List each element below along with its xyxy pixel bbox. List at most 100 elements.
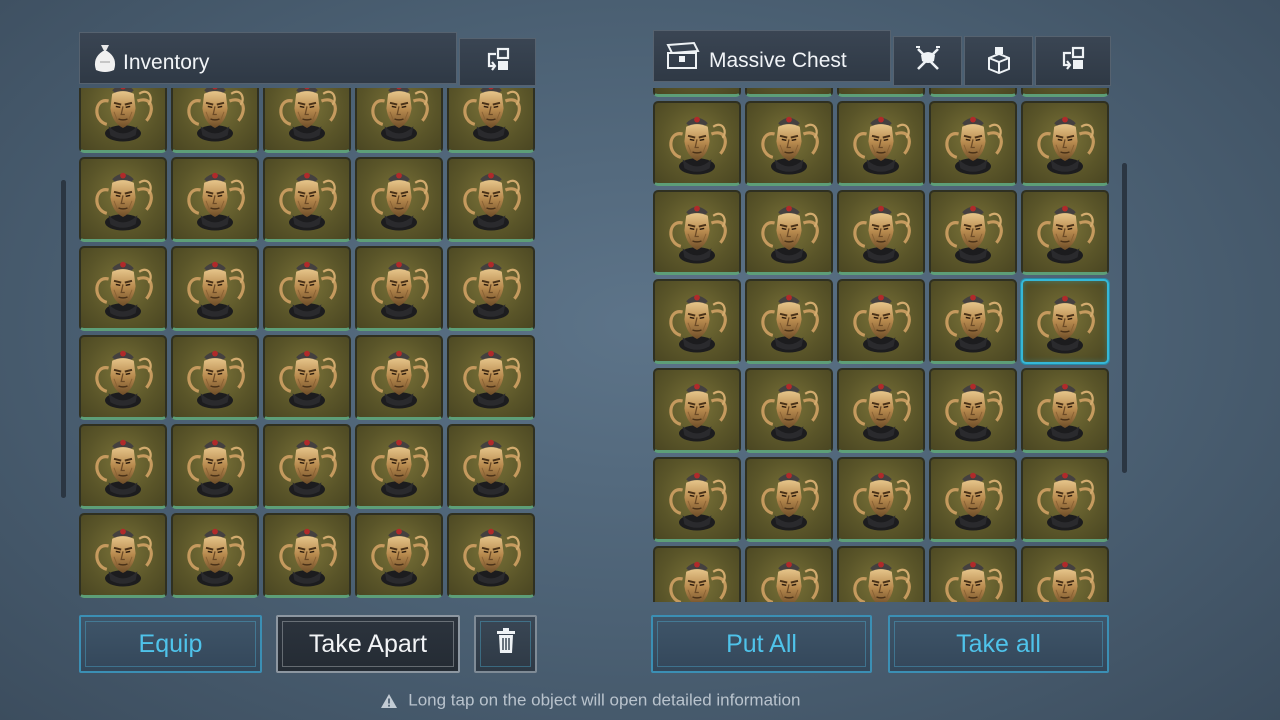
item-slot[interactable] [929,279,1017,364]
item-slot[interactable] [447,88,535,153]
item-slot[interactable] [929,546,1017,602]
box-stack-icon [985,44,1013,79]
item-slot[interactable] [929,190,1017,275]
item-slot[interactable] [653,546,741,602]
item-slot[interactable] [745,279,833,364]
item-slot[interactable] [79,88,167,153]
item-slot[interactable] [79,513,167,598]
take-apart-button[interactable]: Take Apart [276,615,460,673]
delete-button[interactable] [474,615,537,673]
item-slot[interactable] [355,246,443,331]
money-bag-icon [92,42,118,74]
horned-helmet-icon [455,341,527,413]
inventory-sort-button[interactable] [459,38,536,86]
item-slot[interactable] [1021,190,1109,275]
item-slot[interactable] [263,88,351,153]
item-slot[interactable] [263,246,351,331]
horned-helmet-icon [455,519,527,591]
horned-helmet-icon [937,107,1009,179]
item-slot[interactable] [1021,457,1109,542]
item-slot[interactable] [1021,546,1109,602]
item-slot[interactable] [447,157,535,242]
chest-filter-button[interactable] [893,36,962,86]
horned-helmet-icon [661,107,733,179]
item-slot[interactable] [263,157,351,242]
item-slot[interactable] [929,368,1017,453]
chest-scrollbar-thumb[interactable] [1122,163,1127,473]
item-slot[interactable] [355,157,443,242]
item-slot[interactable] [171,88,259,153]
item-slot[interactable] [79,335,167,420]
item-slot[interactable] [745,368,833,453]
trash-icon [495,627,517,661]
item-slot[interactable] [1021,101,1109,186]
item-slot[interactable] [745,88,833,97]
item-slot[interactable] [745,546,833,602]
equip-button[interactable]: Equip [79,615,262,673]
put-all-button[interactable]: Put All [651,615,872,673]
item-slot[interactable] [447,424,535,509]
item-slot[interactable] [171,246,259,331]
item-slot[interactable] [653,279,741,364]
horned-helmet-icon [363,252,435,324]
inventory-grid-viewport[interactable] [79,88,538,603]
item-slot[interactable] [837,101,925,186]
item-slot[interactable] [171,513,259,598]
item-slot[interactable] [837,546,925,602]
item-slot[interactable] [837,457,925,542]
item-slot[interactable] [1021,368,1109,453]
item-slot[interactable] [929,88,1017,97]
horned-helmet-icon [1029,286,1101,358]
item-slot[interactable] [171,335,259,420]
item-slot[interactable] [355,513,443,598]
chest-sort-button[interactable] [1035,36,1111,86]
item-slot[interactable] [355,88,443,153]
item-slot[interactable] [745,190,833,275]
item-slot[interactable] [653,457,741,542]
horned-helmet-icon [661,463,733,535]
chest-grid [653,88,1109,602]
item-slot[interactable] [263,424,351,509]
item-slot[interactable] [653,101,741,186]
chest-grid-viewport[interactable] [653,88,1110,602]
item-slot[interactable] [1021,88,1109,97]
item-slot-selected[interactable] [1021,279,1109,364]
item-slot[interactable] [837,279,925,364]
item-slot[interactable] [837,88,925,97]
inventory-scrollbar[interactable] [61,180,66,498]
item-slot[interactable] [929,457,1017,542]
horned-helmet-icon [845,107,917,179]
take-all-button[interactable]: Take all [888,615,1109,673]
horned-helmet-icon [271,430,343,502]
horned-helmet-icon [179,519,251,591]
item-slot[interactable] [745,101,833,186]
item-slot[interactable] [837,368,925,453]
item-slot[interactable] [653,368,741,453]
item-slot[interactable] [653,88,741,97]
item-slot[interactable] [355,424,443,509]
chest-stack-button[interactable] [964,36,1033,86]
horned-helmet-icon [87,519,159,591]
item-slot[interactable] [745,457,833,542]
item-slot[interactable] [79,246,167,331]
item-slot[interactable] [355,335,443,420]
item-slot[interactable] [447,246,535,331]
item-slot[interactable] [653,190,741,275]
item-slot[interactable] [171,424,259,509]
item-slot[interactable] [263,513,351,598]
item-slot[interactable] [447,335,535,420]
horned-helmet-icon [661,285,733,357]
item-slot[interactable] [171,157,259,242]
chest-scrollbar[interactable] [1122,163,1127,473]
item-slot[interactable] [929,101,1017,186]
item-slot[interactable] [79,157,167,242]
inventory-scrollbar-thumb[interactable] [61,180,66,498]
item-slot[interactable] [79,424,167,509]
horned-helmet-icon [1029,463,1101,535]
horned-helmet-icon [455,88,527,146]
horned-helmet-icon [363,341,435,413]
horned-helmet-icon [87,430,159,502]
item-slot[interactable] [837,190,925,275]
item-slot[interactable] [263,335,351,420]
item-slot[interactable] [447,513,535,598]
